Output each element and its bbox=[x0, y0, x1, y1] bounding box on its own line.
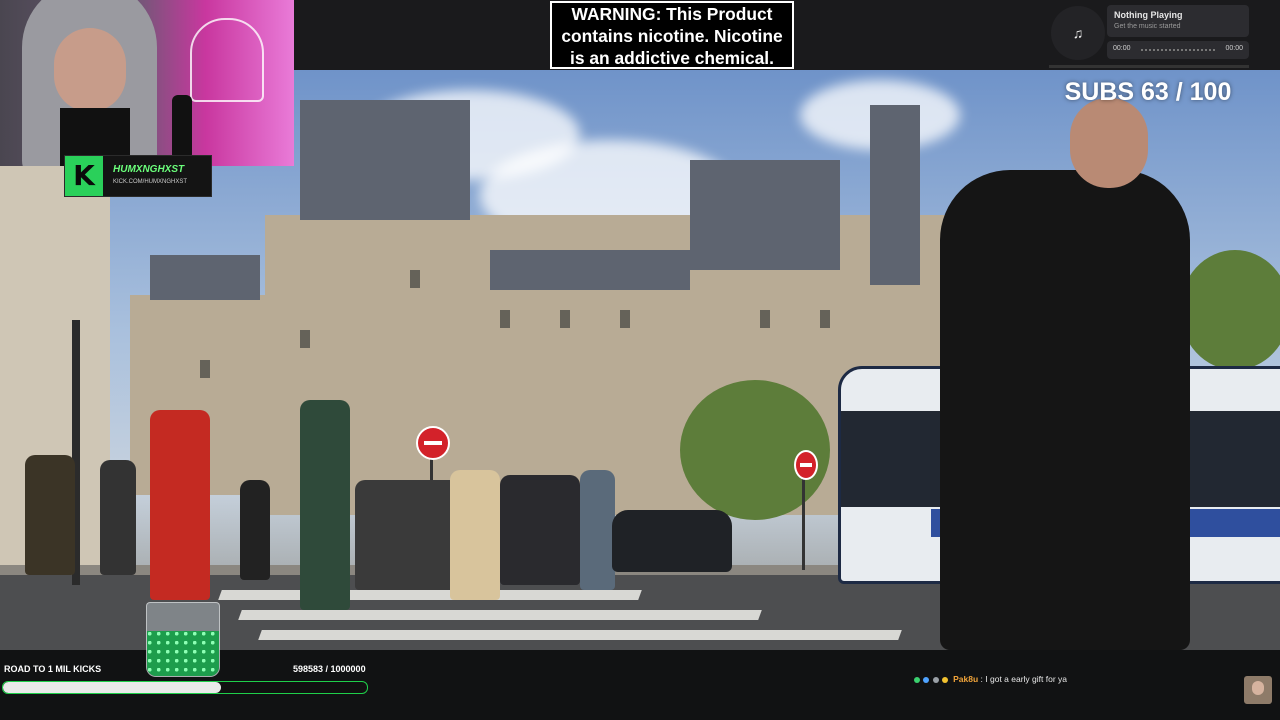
badge-icon bbox=[942, 676, 949, 683]
kicks-goal-count: 598583 / 1000000 bbox=[293, 664, 366, 674]
pedestrian bbox=[300, 400, 350, 610]
building-roof bbox=[490, 250, 690, 290]
ghost-poster bbox=[190, 18, 264, 102]
foreground-man-head bbox=[1070, 98, 1148, 188]
pedestrian bbox=[240, 480, 270, 580]
car bbox=[612, 510, 732, 572]
badge-icon bbox=[932, 676, 939, 683]
crosswalk-stripe bbox=[238, 610, 762, 620]
now-playing-subtitle: Get the music started bbox=[1114, 23, 1181, 30]
playback-track bbox=[1141, 49, 1215, 53]
warning-line-3: is an addictive chemical. bbox=[570, 48, 774, 68]
kicks-goal-progress-fill bbox=[3, 682, 221, 693]
building-roof bbox=[150, 255, 260, 300]
time-start: 00:00 bbox=[1113, 45, 1131, 52]
streamer-name: HUMXNGHXST bbox=[113, 164, 185, 175]
building-roof bbox=[300, 100, 470, 220]
music-note-icon: ♫ bbox=[1051, 6, 1105, 60]
music-player: ♫ Nothing Playing Get the music started … bbox=[1047, 0, 1280, 70]
microphone bbox=[172, 95, 192, 160]
sign-pole bbox=[802, 475, 805, 570]
window bbox=[200, 360, 210, 378]
window bbox=[620, 310, 630, 328]
window bbox=[560, 310, 570, 328]
webcam-feed bbox=[0, 0, 294, 166]
building-roof bbox=[690, 160, 840, 270]
streamer-face bbox=[54, 28, 126, 112]
badge-icon bbox=[914, 676, 920, 683]
clock-tower bbox=[870, 105, 920, 285]
stream-layout: K HUMXNGHXST KICK.COM/HUMXNGHXST WARNING… bbox=[0, 0, 1280, 720]
nicotine-warning: WARNING: This Product contains nicotine.… bbox=[550, 1, 794, 69]
window bbox=[820, 310, 830, 328]
pedestrian bbox=[450, 470, 500, 600]
tree bbox=[1180, 250, 1280, 370]
now-playing-card: Nothing Playing Get the music started bbox=[1107, 5, 1249, 37]
pedestrian bbox=[150, 410, 210, 600]
kicks-goal-label: ROAD TO 1 MIL KICKS bbox=[4, 664, 102, 674]
now-playing-title: Nothing Playing bbox=[1114, 10, 1183, 20]
chat-message: Pak8u : I got a early gift for ya bbox=[914, 674, 1067, 684]
foreground-man bbox=[940, 170, 1190, 650]
kicks-jar bbox=[146, 602, 220, 677]
badge-icon bbox=[923, 676, 930, 683]
window bbox=[410, 270, 420, 288]
window bbox=[500, 310, 510, 328]
chat-username: Pak8u bbox=[953, 674, 979, 684]
streamer-url: KICK.COM/HUMXNGHXST bbox=[113, 179, 188, 185]
player-progress-line bbox=[1049, 65, 1249, 68]
pedestrian-group bbox=[500, 475, 580, 585]
kicks-goal-progress-bar bbox=[2, 681, 368, 694]
chat-text: I got a early gift for ya bbox=[985, 674, 1067, 684]
pedestrian bbox=[25, 455, 75, 575]
crosswalk-stripe bbox=[258, 630, 902, 640]
pedestrian bbox=[580, 470, 615, 590]
window bbox=[300, 330, 310, 348]
pedestrian bbox=[100, 460, 136, 575]
chat-badges bbox=[914, 674, 949, 684]
no-entry-sign bbox=[794, 450, 818, 480]
warning-line-1: WARNING: This Product bbox=[571, 4, 773, 24]
playback-bar: 00:00 00:00 bbox=[1107, 41, 1249, 59]
no-entry-sign bbox=[416, 426, 450, 460]
crosswalk-stripe bbox=[218, 590, 642, 600]
subs-goal-counter: SUBS 63 / 100 bbox=[1064, 78, 1232, 106]
warning-line-2: contains nicotine. Nicotine bbox=[561, 26, 783, 46]
time-end: 00:00 bbox=[1225, 45, 1243, 52]
kick-logo-icon: K bbox=[65, 156, 103, 196]
chat-avatar bbox=[1244, 676, 1272, 704]
streamer-tag: K HUMXNGHXST KICK.COM/HUMXNGHXST bbox=[64, 155, 212, 197]
pedestrian-group bbox=[355, 480, 465, 590]
window bbox=[760, 310, 770, 328]
kicks-jar-fill bbox=[147, 630, 219, 676]
